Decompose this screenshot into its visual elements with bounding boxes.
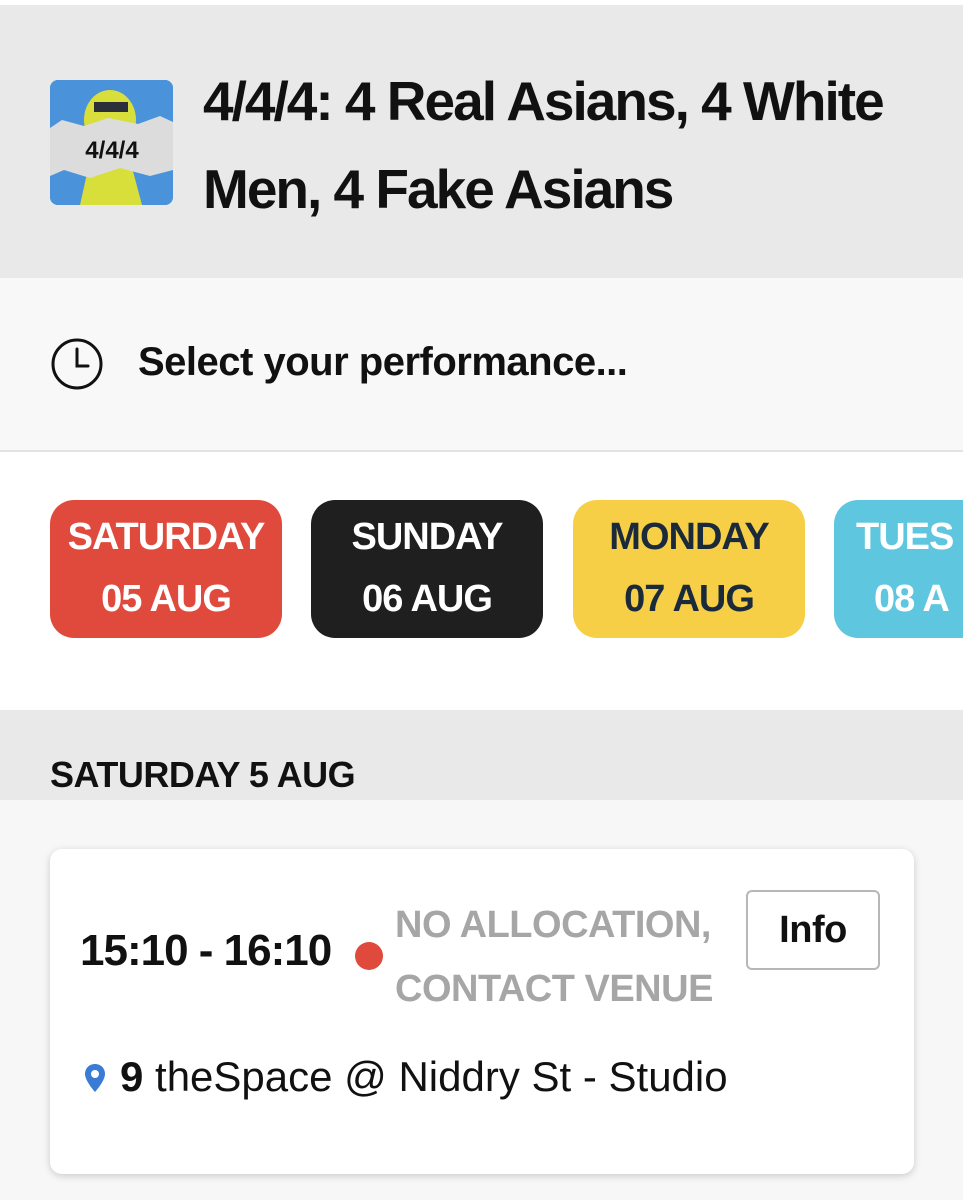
- event-header: 4/4/4 4/4/4: 4 Real Asians, 4 White Men,…: [0, 5, 963, 278]
- date-pill-saturday[interactable]: SATURDAY 05 AUG: [50, 500, 282, 638]
- event-thumbnail-image: 4/4/4: [50, 80, 173, 205]
- venue-info: 9 theSpace @ Niddry St - Studio: [120, 1049, 728, 1105]
- day-section-title: SATURDAY 5 AUG: [50, 754, 356, 795]
- performance-time: 15:10 - 16:10: [80, 926, 332, 975]
- date-date: 05 AUG: [101, 578, 232, 620]
- map-pin-icon: [85, 1064, 105, 1092]
- date-selector: SATURDAY 05 AUG SUNDAY 06 AUG MONDAY 07 …: [0, 452, 963, 710]
- day-section-header: SATURDAY 5 AUG: [0, 710, 963, 800]
- status-line-1: NO ALLOCATION,: [395, 904, 711, 946]
- date-day: SUNDAY: [351, 516, 504, 558]
- date-date: 08 A: [874, 578, 950, 620]
- event-thumbnail: 4/4/4: [50, 80, 173, 205]
- date-pill-monday[interactable]: MONDAY 07 AUG: [573, 500, 805, 638]
- date-pill-sunday[interactable]: SUNDAY 06 AUG: [311, 500, 543, 638]
- date-day: SATURDAY: [67, 516, 266, 558]
- date-date: 07 AUG: [624, 578, 755, 620]
- status-line-2: CONTACT VENUE: [395, 968, 713, 1010]
- date-date: 06 AUG: [362, 578, 493, 620]
- date-day: TUES: [856, 516, 954, 558]
- info-button[interactable]: Info: [746, 890, 880, 970]
- venue-name: theSpace @ Niddry St - Studio: [155, 1053, 728, 1100]
- venue-number: 9: [120, 1053, 144, 1100]
- performance-select-prompt: Select your performance...: [138, 340, 628, 384]
- thumbnail-text: 4/4/4: [85, 137, 139, 164]
- availability-status-dot: [355, 942, 383, 970]
- availability-status-text: NO ALLOCATION, CONTACT VENUE: [395, 893, 775, 1021]
- performance-card[interactable]: 15:10 - 16:10 NO ALLOCATION, CONTACT VEN…: [50, 849, 914, 1174]
- date-day: MONDAY: [609, 516, 769, 558]
- date-pill-tuesday[interactable]: TUES 08 A: [834, 500, 963, 638]
- event-title: 4/4/4: 4 Real Asians, 4 White Men, 4 Fak…: [203, 70, 885, 220]
- clock-icon: [51, 338, 103, 390]
